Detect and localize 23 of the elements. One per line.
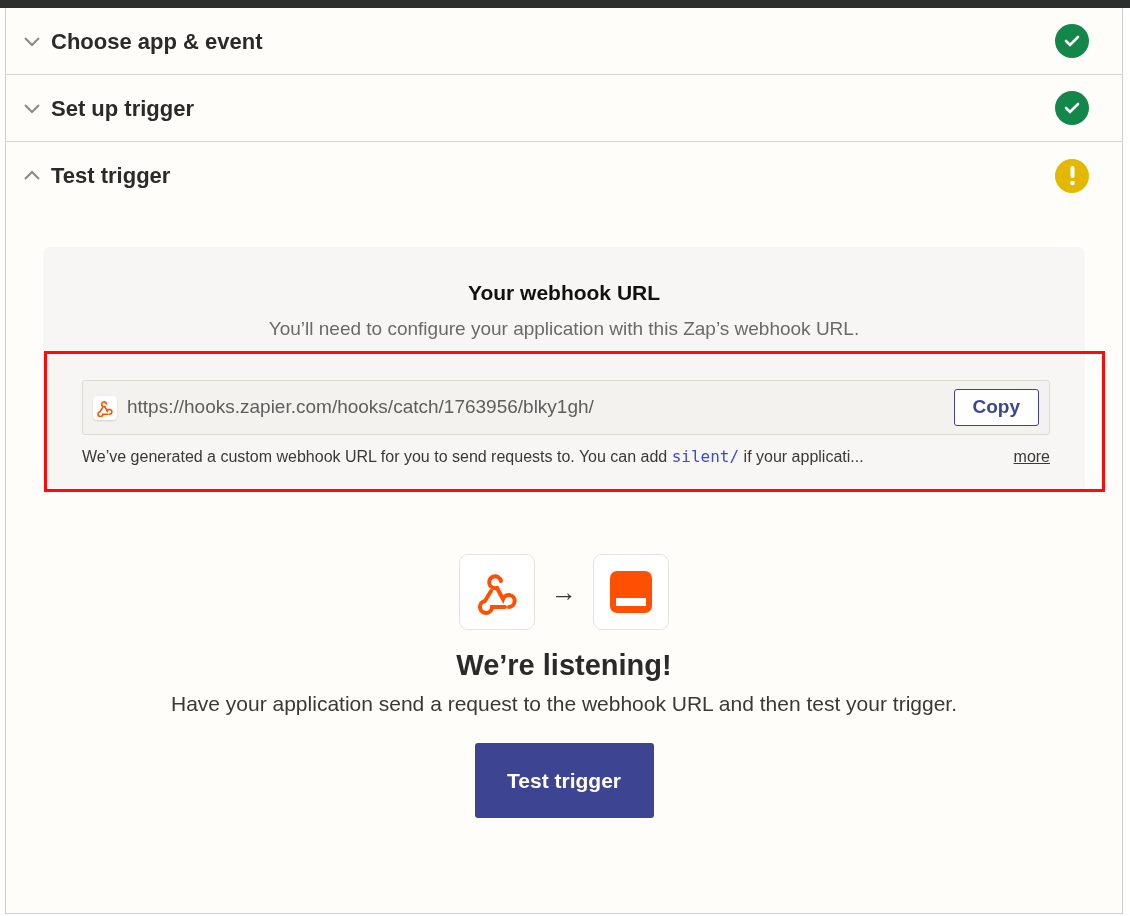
url-text: https://hooks.zapier.com/hooks/catch/1763956/blky1gh/ xyxy=(127,395,594,420)
chevron-down-icon xyxy=(23,34,41,48)
section-title: Your webhook URL xyxy=(466,280,662,306)
test-trigger-button[interactable]: Test trigger xyxy=(474,743,654,818)
copy-button[interactable]: Copy xyxy=(953,389,1039,426)
listening-title: We’re listening! xyxy=(456,648,672,683)
listening-message: Have your application send a request to the webhook URL and then test your trigger. xyxy=(170,690,957,717)
step-header[interactable]: Set up trigger xyxy=(6,75,1122,142)
chevron-down-icon xyxy=(23,101,41,115)
step-header[interactable]: Choose app & event xyxy=(6,8,1122,75)
webhook-icon xyxy=(93,395,117,420)
chevron-up-icon xyxy=(23,169,41,182)
step-header[interactable]: Test trigger xyxy=(6,142,1122,209)
webhook-note: We’ve generated a custom webhook URL for you to send requests to. You can add silent/ if your applicati... xyxy=(82,446,864,468)
app-icon xyxy=(593,554,669,630)
step-title: Test trigger xyxy=(51,162,171,190)
arrow-icon: → xyxy=(551,572,577,612)
step-title: Choose app & event xyxy=(51,27,263,56)
more-link[interactable]: more xyxy=(1013,445,1050,469)
webhook-icon xyxy=(459,554,535,630)
url-field[interactable]: https://hooks.zapier.com/hooks/catch/1763956/blky1gh/ Copy xyxy=(82,380,1050,435)
step-title: Set up trigger xyxy=(51,94,194,123)
section-subtitle: You’ll need to configure your application with this Zap’s webhook URL. xyxy=(267,316,861,341)
